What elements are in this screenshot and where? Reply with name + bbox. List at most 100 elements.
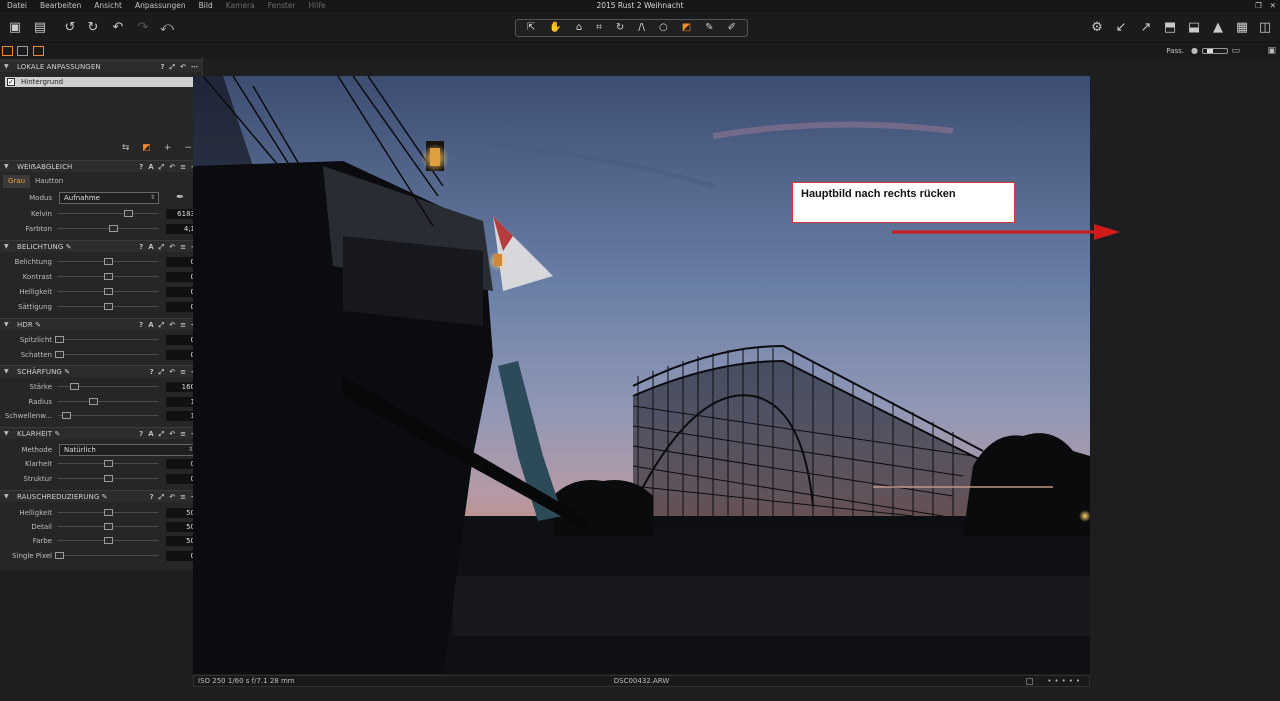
zoom-fit-icon[interactable]: ▭ [1231,45,1240,57]
grid-view-icon[interactable] [2,46,13,56]
threshold-slider[interactable] [58,412,158,419]
menu-icon[interactable]: ≡ [180,161,186,173]
menu-kamera[interactable]: Kamera [219,0,261,12]
import-icon[interactable]: ▣ [6,18,24,36]
menu-ansicht[interactable]: Ansicht [87,0,128,12]
slider-knob[interactable] [55,351,64,358]
help-icon[interactable]: ? [150,366,154,378]
slider-knob[interactable] [55,336,64,343]
layer-item-background[interactable]: ✓ Hintergrund [5,77,197,87]
menu-anpassungen[interactable]: Anpassungen [128,0,192,12]
loupe-tool-icon[interactable]: ⌂ [576,23,582,33]
slider-knob[interactable] [89,398,98,405]
slider-knob[interactable] [104,537,113,544]
section-header-sharpening[interactable]: ▼ SCHÄRFUNG ✎ ?⤢↶≡⋯ [0,365,203,377]
nr-luminance-slider[interactable] [58,509,158,516]
pin-icon[interactable]: ⤢ [159,161,165,173]
reset-icon[interactable]: ↶ [169,491,175,503]
add-layer-icon[interactable]: + [164,142,172,154]
contrast-slider[interactable] [58,273,158,280]
pin-icon[interactable]: ⤢ [159,366,165,378]
reset-icon[interactable]: ⤺ [158,18,176,36]
slider-knob[interactable] [104,475,113,482]
section-header-exposure[interactable]: ▼ BELICHTUNG ✎ ?A⤢↶≡⋯ [0,240,203,252]
slider-knob[interactable] [70,383,79,390]
pin-icon[interactable]: ⤢ [159,319,165,331]
collapse-triangle-icon[interactable]: ▼ [4,161,9,173]
clarity-method-select[interactable]: Natürlich ⇕ [59,444,197,456]
exposure-slider[interactable] [58,258,158,265]
redo-icon[interactable]: ↷ [134,18,152,36]
reset-icon[interactable]: ↶ [169,161,175,173]
menu-icon[interactable]: ≡ [180,319,186,331]
fullscreen-icon[interactable]: ▣ [1267,45,1276,57]
menu-icon[interactable]: ≡ [180,428,186,440]
close-window-icon[interactable]: ✕ [1270,0,1276,12]
slider-knob[interactable] [55,552,64,559]
nr-single-pixel-slider[interactable] [55,552,158,559]
multi-view-icon[interactable] [33,46,44,56]
pan-tool-icon[interactable]: ✋ [549,23,561,33]
section-header-clarity[interactable]: ▼ KLARHEIT ✎ ?A⤢↶≡⋯ [0,427,203,439]
select-tool-icon[interactable]: ⇱ [527,23,535,33]
rotate-tool-icon[interactable]: ↻ [616,23,624,33]
slider-knob[interactable] [104,288,113,295]
menu-fenster[interactable]: Fenster [261,0,302,12]
collapse-triangle-icon[interactable]: ▼ [4,319,9,331]
slider-knob[interactable] [109,225,118,232]
compare-icon[interactable]: ◫ [1256,18,1274,36]
help-icon[interactable]: ? [160,61,164,73]
mask-layer-icon[interactable]: ◩ [142,142,151,154]
clarity-slider[interactable] [58,460,158,467]
help-icon[interactable]: ? [139,428,143,440]
section-header-local-adjustments[interactable]: ▼ LOKALE ANPASSUNGEN ? ⤢ ↶ ⋯ [0,60,203,72]
rotate-left-icon[interactable]: ↺ [61,18,79,36]
menu-bild[interactable]: Bild [192,0,219,12]
wb-mode-select[interactable]: Aufnahme ⇕ [59,192,159,204]
mask-tool-icon[interactable]: ◩ [682,23,691,33]
collapse-triangle-icon[interactable]: ▼ [4,61,9,73]
rotate-right-icon[interactable]: ↻ [84,18,102,36]
settings-gear-icon[interactable]: ⚙ [1088,18,1106,36]
menu-icon[interactable]: ≡ [180,491,186,503]
slider-knob[interactable] [104,258,113,265]
reset-icon[interactable]: ↶ [169,366,175,378]
section-header-hdr[interactable]: ▼ HDR ✎ ?A⤢↶≡⋯ [0,318,203,330]
kelvin-slider[interactable] [58,210,158,217]
shadows-slider[interactable] [55,351,158,358]
auto-icon[interactable]: A [148,428,153,440]
export-icon[interactable]: ⬒ [1161,18,1179,36]
help-icon[interactable]: ? [139,241,143,253]
reset-icon[interactable]: ↶ [180,61,186,73]
swap-icon[interactable]: ⇆ [122,142,130,154]
collapse-triangle-icon[interactable]: ▼ [4,241,9,253]
auto-icon[interactable]: A [148,161,153,173]
menu-hilfe[interactable]: Hilfe [302,0,332,12]
undo-icon[interactable]: ↶ [109,18,127,36]
tint-slider[interactable] [58,225,158,232]
camera-icon[interactable]: ▤ [31,18,49,36]
layer-checkbox[interactable]: ✓ [7,78,15,86]
crop-tool-icon[interactable]: ⌗ [596,23,602,33]
tab-grau[interactable]: Grau [3,175,31,188]
process-icon[interactable]: ⬓ [1185,18,1203,36]
zoom-slider[interactable] [1202,48,1228,54]
menu-datei[interactable]: Datei [0,0,33,12]
warning-icon[interactable]: ▲ [1209,18,1227,36]
help-icon[interactable]: ? [139,161,143,173]
slider-knob[interactable] [104,523,113,530]
tab-hautton[interactable]: Hautton [30,175,68,188]
keystone-tool-icon[interactable]: /\ [638,23,645,33]
reset-icon[interactable]: ↶ [169,428,175,440]
collapse-icon[interactable]: ↙ [1112,18,1130,36]
help-icon[interactable]: ? [150,491,154,503]
eyedropper-icon[interactable]: ✒ [176,191,184,205]
grid-icon[interactable]: ▦ [1233,18,1251,36]
slider-knob[interactable] [104,273,113,280]
section-header-white-balance[interactable]: ▼ WEIẞABGLEICH ?A⤢↶≡⋯ [0,160,203,172]
restore-window-icon[interactable]: ❐ [1255,0,1262,12]
rating-dots-icon[interactable]: ••••• [1047,676,1083,687]
spot-tool-icon[interactable]: ○ [659,23,668,33]
brightness-slider[interactable] [58,288,158,295]
help-icon[interactable]: ? [139,319,143,331]
